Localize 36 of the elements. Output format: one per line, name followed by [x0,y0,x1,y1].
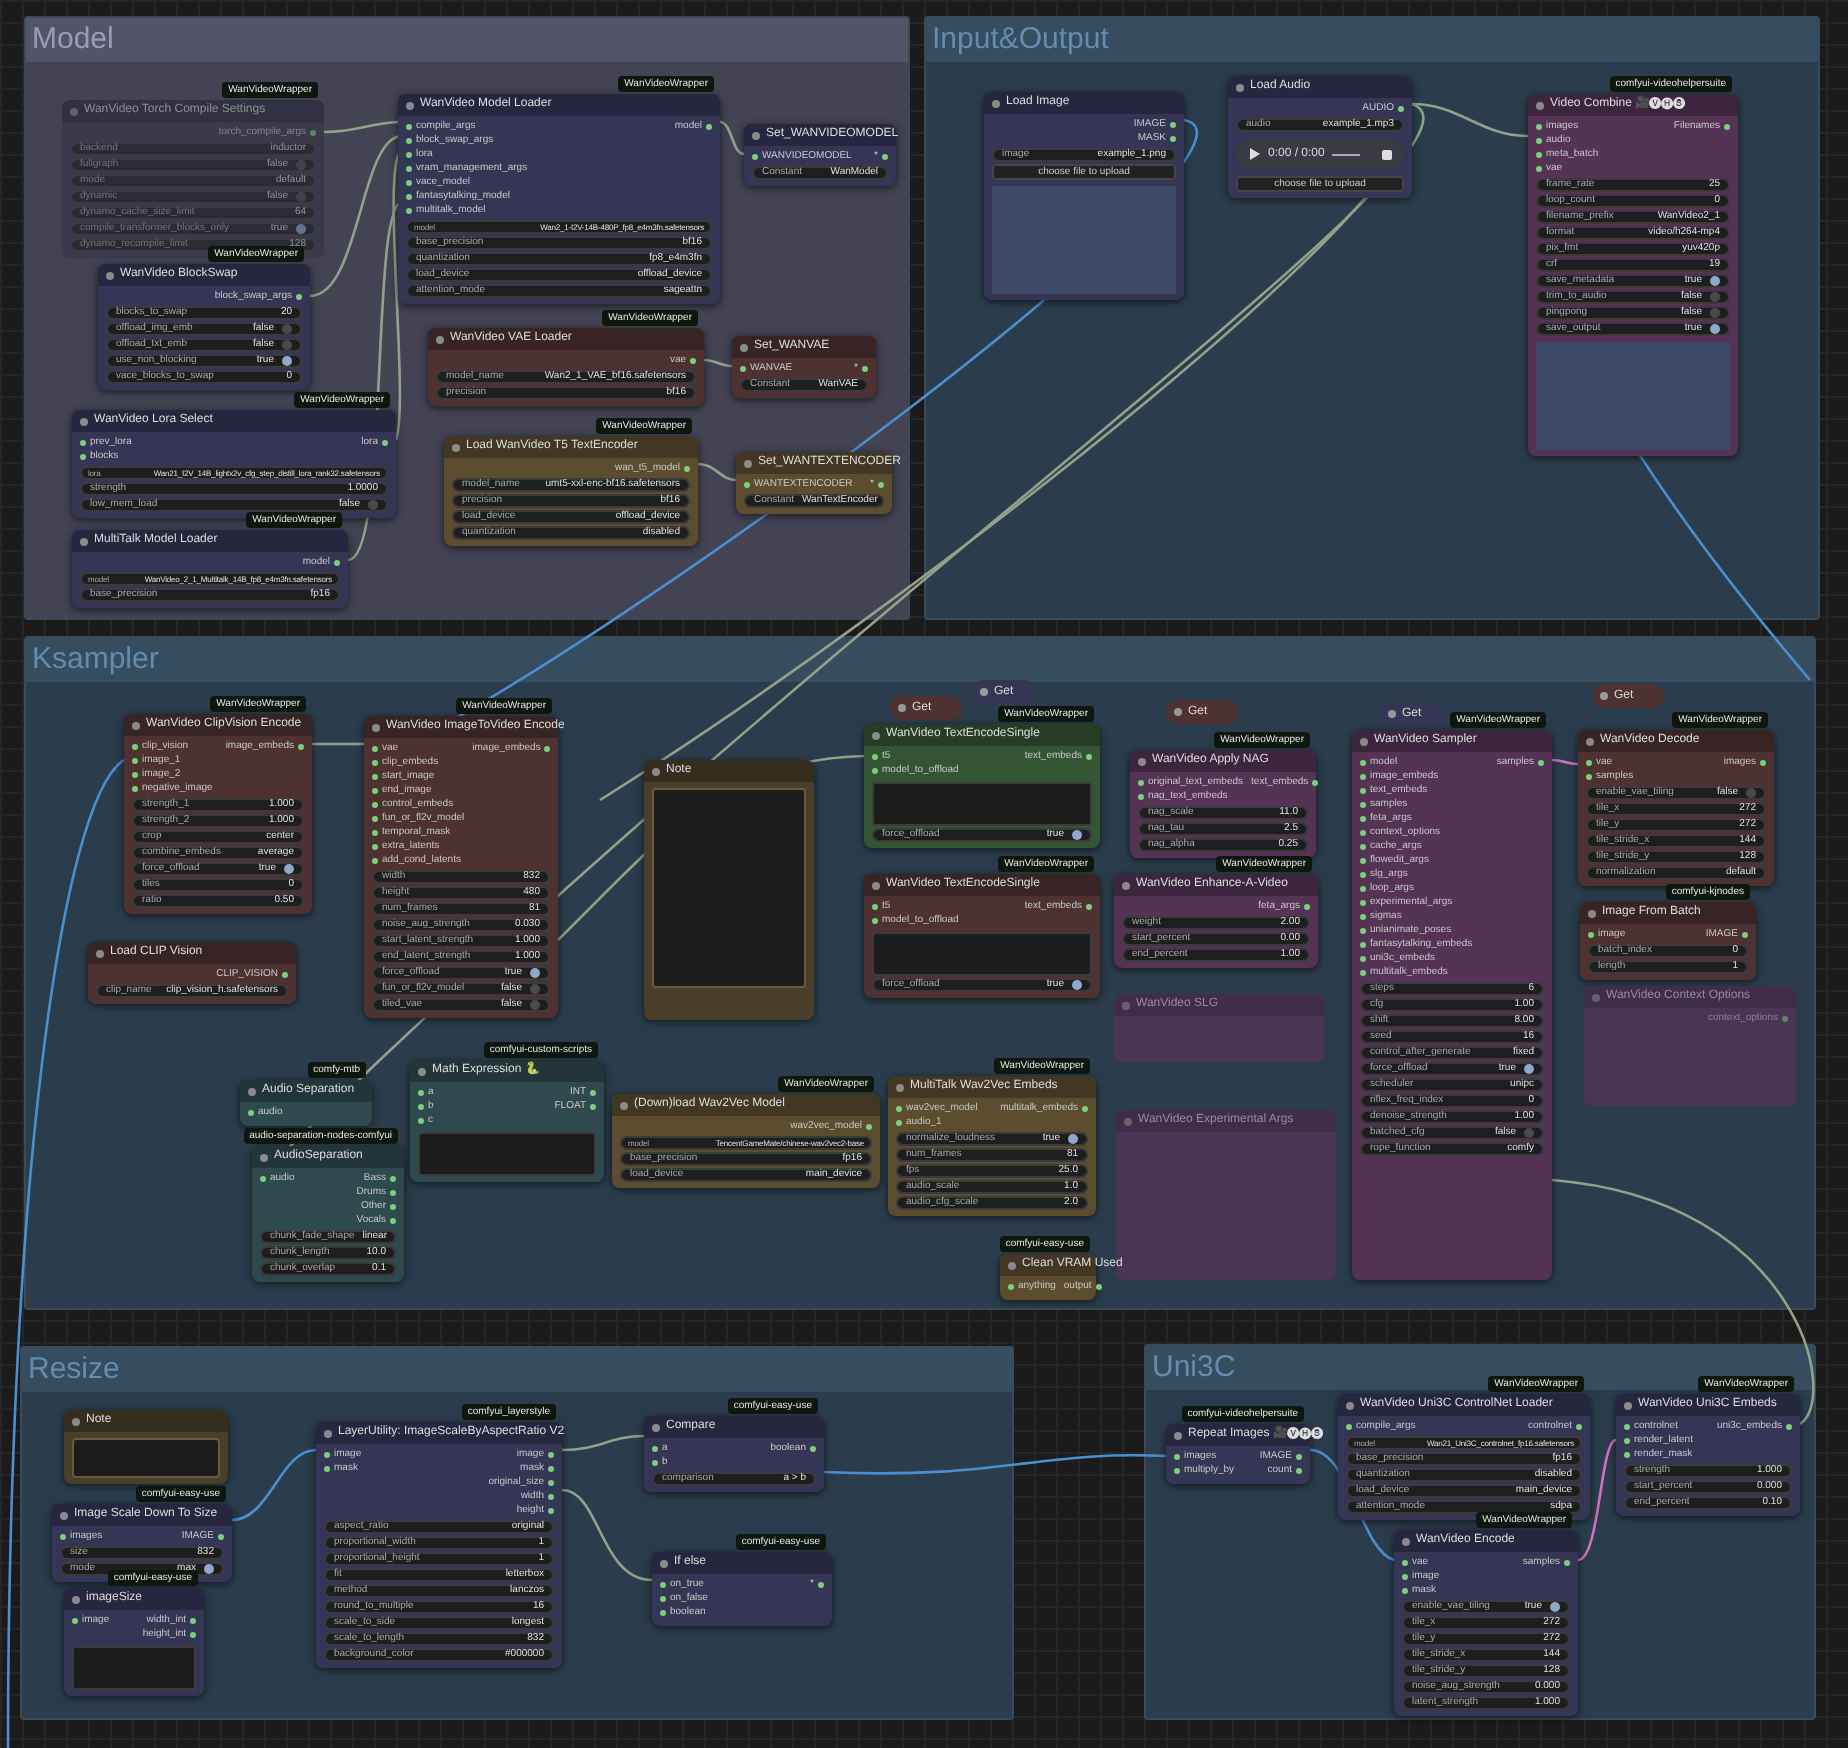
toggle-knob[interactable] [1524,1128,1534,1138]
toggle-knob[interactable] [282,340,292,350]
toggle-knob[interactable] [1710,324,1720,334]
toggle-knob[interactable] [368,500,378,510]
toggle-knob[interactable] [296,224,306,234]
group-title: Model [32,22,114,58]
toggle-knob[interactable] [1710,292,1720,302]
note-text-area[interactable] [72,1438,220,1478]
toggle-knob[interactable] [1746,788,1756,798]
note-text-area[interactable] [652,788,806,988]
group-title: Input&Output [932,22,1109,58]
toggle-knob[interactable] [530,984,540,994]
link-wire [1577,1438,1617,1562]
toggle-knob[interactable] [530,968,540,978]
toggle-knob[interactable] [282,324,292,334]
toggle-knob[interactable] [1710,276,1720,286]
toggle-knob[interactable] [530,1000,540,1010]
toggle-knob[interactable] [1524,1064,1534,1074]
link-wire [561,1488,653,1582]
link-wire [561,1434,645,1452]
toggle-knob[interactable] [296,192,306,202]
toggle-knob[interactable] [282,356,292,366]
toggle-knob[interactable] [1072,830,1082,840]
group-title: Uni3C [1152,1350,1236,1386]
group-title: Resize [28,1352,120,1388]
toggle-knob[interactable] [1710,308,1720,318]
toggle-knob[interactable] [284,864,294,874]
toggle-knob[interactable] [296,160,306,170]
group-title: Ksampler [32,642,159,678]
toggle-knob[interactable] [1072,980,1082,990]
link-wire [231,1448,317,1522]
toggle-knob[interactable] [204,1564,214,1574]
play-icon[interactable] [1248,148,1260,160]
toggle-knob[interactable] [1550,1602,1560,1612]
link-wire [1551,758,1579,766]
toggle-knob[interactable] [1068,1134,1078,1144]
